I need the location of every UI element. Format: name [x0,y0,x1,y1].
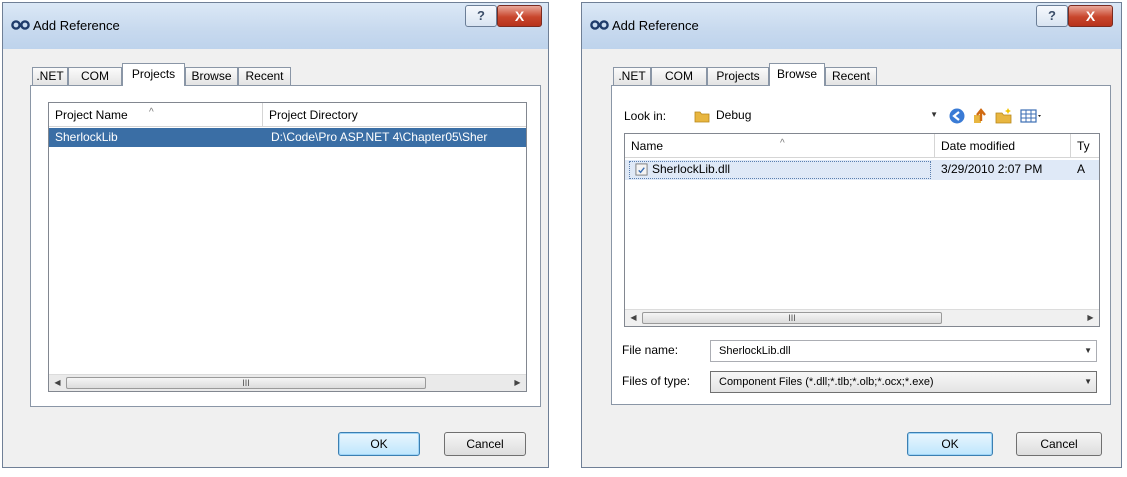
scroll-right-icon[interactable]: ▶ [1082,310,1099,326]
column-header-project-name[interactable]: Project Name ^ [49,103,263,127]
cancel-button[interactable]: Cancel [444,432,526,456]
column-header-date-modified[interactable]: Date modified [935,134,1071,158]
dialog-title: Add Reference [33,18,120,33]
up-folder-icon[interactable] [972,107,990,125]
dialog-client: .NET COM Projects Browse Recent Project … [12,49,541,458]
tab-panel: Project Name ^ Project Directory Sherloc… [30,85,541,407]
scroll-left-icon[interactable]: ◀ [625,310,642,326]
title-bar[interactable]: Add Reference ? X [582,3,1121,49]
tab-recent[interactable]: Recent [825,67,877,85]
tab-net[interactable]: .NET [32,67,68,85]
file-type-label: Files of type: [622,374,691,388]
scroll-thumb[interactable]: III [66,377,426,389]
title-bar[interactable]: Add Reference ? X [3,3,548,49]
file-type-value: Component Files (*.dll;*.tlb;*.olb;*.ocx… [719,376,934,388]
tab-projects[interactable]: Projects [122,63,185,86]
close-button[interactable]: X [497,5,542,27]
add-reference-dialog-browse: Add Reference ? X .NET COM Projects Brow… [581,2,1122,468]
horizontal-scrollbar[interactable]: ◀ III ▶ [625,309,1099,326]
tab-recent[interactable]: Recent [238,67,291,85]
project-name-cell: SherlockLib [55,130,118,144]
dll-file-icon [635,163,648,176]
back-icon[interactable] [948,107,966,125]
file-name-combo[interactable]: SherlockLib.dll ▼ [710,340,1097,362]
file-name-cell: SherlockLib.dll [652,162,731,176]
file-list[interactable]: Name ^ Date modified Ty SherlockLib.dll … [624,133,1100,327]
projects-list[interactable]: Project Name ^ Project Directory Sherloc… [48,102,527,392]
file-type-combo[interactable]: Component Files (*.dll;*.tlb;*.olb;*.ocx… [710,371,1097,393]
file-type-cell: A [1077,162,1086,176]
column-header-type[interactable]: Ty [1071,134,1099,158]
column-label: Project Name [55,108,128,122]
chevron-down-icon[interactable]: ▼ [930,105,938,125]
file-name-value: SherlockLib.dll [719,345,791,357]
scroll-thumb[interactable]: III [642,312,942,324]
dialog-client: .NET COM Projects Browse Recent Look in:… [591,49,1112,458]
chevron-down-icon[interactable]: ▼ [1084,341,1092,361]
file-name-label: File name: [622,343,679,357]
cancel-button[interactable]: Cancel [1016,432,1102,456]
table-row[interactable]: SherlockLib D:\Code\Pro ASP.NET 4\Chapte… [49,128,526,147]
close-button[interactable]: X [1068,5,1113,27]
tab-com[interactable]: COM [651,67,707,85]
column-label: Name [631,139,664,153]
chevron-down-icon[interactable]: ▼ [1084,372,1092,392]
horizontal-scrollbar[interactable]: ◀ III ▶ [49,374,526,391]
tab-net[interactable]: .NET [613,67,651,85]
table-row[interactable]: SherlockLib.dll 3/29/2010 2:07 PM A [625,160,1099,180]
scroll-left-icon[interactable]: ◀ [49,375,66,391]
project-directory-cell: D:\Code\Pro ASP.NET 4\Chapter05\Sher [271,130,488,144]
ok-button[interactable]: OK [338,432,420,456]
look-in-combo[interactable]: Debug ▼ [690,105,942,127]
dialog-title: Add Reference [612,18,699,33]
column-header-name[interactable]: Name ^ [625,134,935,158]
sort-up-icon: ^ [780,138,785,149]
tab-projects[interactable]: Projects [707,67,769,85]
help-button[interactable]: ? [465,5,497,27]
look-in-label: Look in: [624,109,667,123]
column-header-project-directory[interactable]: Project Directory [263,103,526,127]
tab-browse[interactable]: Browse [769,63,825,86]
look-in-value: Debug [716,108,752,122]
view-menu-icon[interactable] [1020,107,1044,125]
ok-button[interactable]: OK [907,432,993,456]
reference-icon [590,20,609,30]
scroll-right-icon[interactable]: ▶ [509,375,526,391]
add-reference-dialog-projects: Add Reference ? X .NET COM Projects Brow… [2,2,549,468]
sort-up-icon: ^ [149,107,154,118]
tab-panel: Look in: Debug ▼ Name ^ Date modified Ty… [611,85,1111,405]
folder-icon [694,111,710,123]
tab-com[interactable]: COM [68,67,122,85]
new-folder-icon[interactable] [995,107,1013,125]
reference-icon [11,20,30,30]
help-button[interactable]: ? [1036,5,1068,27]
file-date-cell: 3/29/2010 2:07 PM [941,162,1043,176]
tab-browse[interactable]: Browse [185,67,238,85]
